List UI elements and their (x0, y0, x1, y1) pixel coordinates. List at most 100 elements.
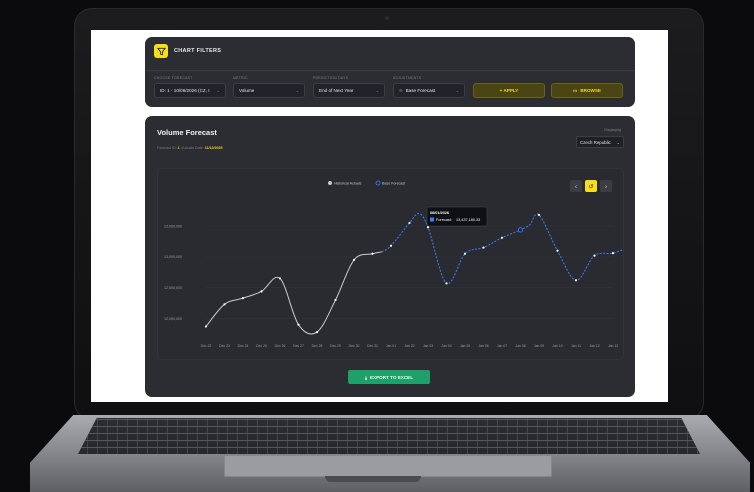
forecast-point (593, 254, 596, 257)
x-tick-label: Jan 06 (478, 344, 488, 348)
displaying-label: Displaying (604, 128, 621, 132)
x-tick-label: Dec 28 (312, 344, 323, 348)
export-label: EXPORT TO EXCEL (369, 374, 414, 380)
prediction-days-select[interactable]: End of Next Year ⌄ (313, 83, 385, 98)
forecast-point (611, 252, 615, 255)
historical-point (278, 277, 282, 280)
y-tick-label: 13,500,000 (164, 224, 182, 228)
app-screen: CHART FILTERS CHOOSE FORECAST ID: 1 - 10… (91, 30, 668, 402)
x-tick-label: Dec 29 (330, 344, 341, 348)
webcam (385, 16, 389, 20)
chart-tooltip: 08/01/2026 Forecast: 13,437,180.33 (426, 206, 488, 227)
export-to-excel-button[interactable]: ⤓ EXPORT TO EXCEL (348, 370, 430, 384)
volume-chart: 12,000,000 12,500,000 13,000,000 13,500,000… (164, 180, 633, 348)
x-tick-label: Jan 09 (534, 344, 544, 348)
reset-icon: ↺ (588, 184, 593, 191)
apply-button[interactable]: + APPLY (473, 83, 545, 98)
forecast-point (556, 249, 559, 252)
sliders-icon: ☰ (399, 88, 403, 93)
y-tick-label: 12,000,000 (164, 317, 182, 321)
historical-point (352, 258, 356, 262)
adjustments-label: ADJUSTMENTS (393, 76, 422, 80)
y-tick-label: 13,000,000 (164, 255, 182, 259)
laptop-notch (325, 476, 421, 482)
x-tick-label: Dec 30 (349, 344, 360, 348)
x-tick-label: Dec 25 (256, 344, 267, 348)
filter-icon (154, 44, 168, 58)
historical-point (260, 290, 263, 293)
x-tick-label: Jan 04 (441, 344, 451, 348)
chevron-right-icon: › (605, 185, 607, 191)
forecast-meta: Forecast ID: 1 | Actuals Date: 11/12/202… (157, 146, 222, 150)
historical-line (205, 251, 382, 335)
forecast-line (381, 213, 632, 285)
volume-forecast-panel: Volume Forecast Forecast ID: 1 | Actuals… (145, 116, 635, 397)
choose-forecast-select[interactable]: ID: 1 - 10/06/2026 (CZ, I ⌄ (154, 83, 226, 98)
metric-value: Volume (239, 88, 255, 93)
prediction-days-label: PREDICTION DAYS (313, 76, 349, 80)
x-tick-label: Dec 31 (367, 344, 378, 348)
x-tick-label: Jan 01 (386, 344, 396, 348)
browse-label: BROWSE (580, 88, 601, 93)
forecast-id-prefix: Forecast ID: (157, 146, 177, 150)
forecast-point (537, 213, 541, 216)
download-icon: ⤓ (364, 374, 367, 380)
actuals-date: 11/12/2025 (204, 146, 223, 150)
chevron-down-icon: ⌄ (616, 139, 620, 145)
choose-forecast-value: ID: 1 - 10/06/2026 (CZ, I (160, 88, 210, 93)
filters-header: CHART FILTERS (154, 44, 221, 58)
x-tick-label: Jan 13 (608, 344, 618, 348)
x-tick-label: Jan 02 (404, 344, 414, 348)
legend-historical-label: Historical Actuals (334, 181, 362, 185)
adjustments-select[interactable]: ☰ Base Forecast ⌄ (393, 83, 465, 98)
historical-point (334, 298, 337, 302)
chevron-down-icon: ⌄ (295, 88, 299, 93)
forecast-point (500, 236, 504, 239)
chevron-down-icon: ⌄ (216, 88, 220, 93)
choose-forecast-label: CHOOSE FORECAST (154, 76, 193, 80)
folder-icon: ▭ (572, 87, 578, 93)
x-tick-label: Jan 10 (552, 344, 562, 348)
country-select[interactable]: Czech Republic ⌄ (576, 136, 624, 148)
tooltip-value: 13,437,180.33 (456, 218, 480, 222)
historical-point (297, 323, 300, 326)
y-tick-label: 12,500,000 (164, 286, 182, 290)
x-tick-label: Jan 07 (497, 344, 507, 348)
tooltip-label: Forecast: (436, 218, 452, 222)
forecast-point (408, 221, 411, 225)
chart-area: 12,000,000 12,500,000 13,000,000 13,500,000… (157, 168, 633, 360)
chevron-left-icon: ‹ (575, 185, 577, 191)
legend-historical-swatch (328, 181, 332, 185)
x-tick-label: Dec 26 (275, 344, 286, 348)
forecast-point (517, 227, 524, 233)
forecast-point (482, 246, 485, 249)
tooltip-swatch (430, 217, 434, 222)
prediction-days-value: End of Next Year (319, 88, 354, 93)
historical-point (204, 325, 208, 328)
adjustments-value: Base Forecast (405, 88, 436, 93)
x-tick-label: Jan 05 (460, 344, 470, 348)
x-tick-label: Dec 22 (201, 344, 212, 348)
country-value: Czech Republic (580, 139, 611, 145)
historical-point (371, 252, 374, 255)
historical-point (223, 303, 226, 306)
chevron-down-icon: ⌄ (455, 88, 459, 93)
keyboard-rows (78, 418, 700, 454)
chart-filters-panel: CHART FILTERS CHOOSE FORECAST ID: 1 - 10… (145, 37, 635, 107)
filters-divider (145, 70, 635, 71)
legend-forecast-label: Base Forecast (382, 181, 405, 185)
metric-label: METRIC (233, 76, 248, 80)
forecast-point (463, 252, 467, 255)
forecast-point (426, 226, 430, 229)
x-tick-label: Dec 27 (293, 344, 304, 348)
browse-button[interactable]: ▭ BROWSE (551, 83, 623, 98)
metric-select[interactable]: Volume ⌄ (233, 83, 305, 98)
x-tick-label: Jan 03 (423, 344, 433, 348)
page-title: Volume Forecast (157, 128, 217, 137)
chevron-down-icon: ⌄ (375, 88, 379, 93)
legend-forecast-swatch (375, 180, 381, 186)
x-tick-label: Jan 12 (589, 344, 599, 348)
forecast-id: 1 (177, 146, 180, 150)
actuals-date-prefix: | Actuals Date: (180, 146, 204, 150)
forecast-point (445, 282, 448, 285)
